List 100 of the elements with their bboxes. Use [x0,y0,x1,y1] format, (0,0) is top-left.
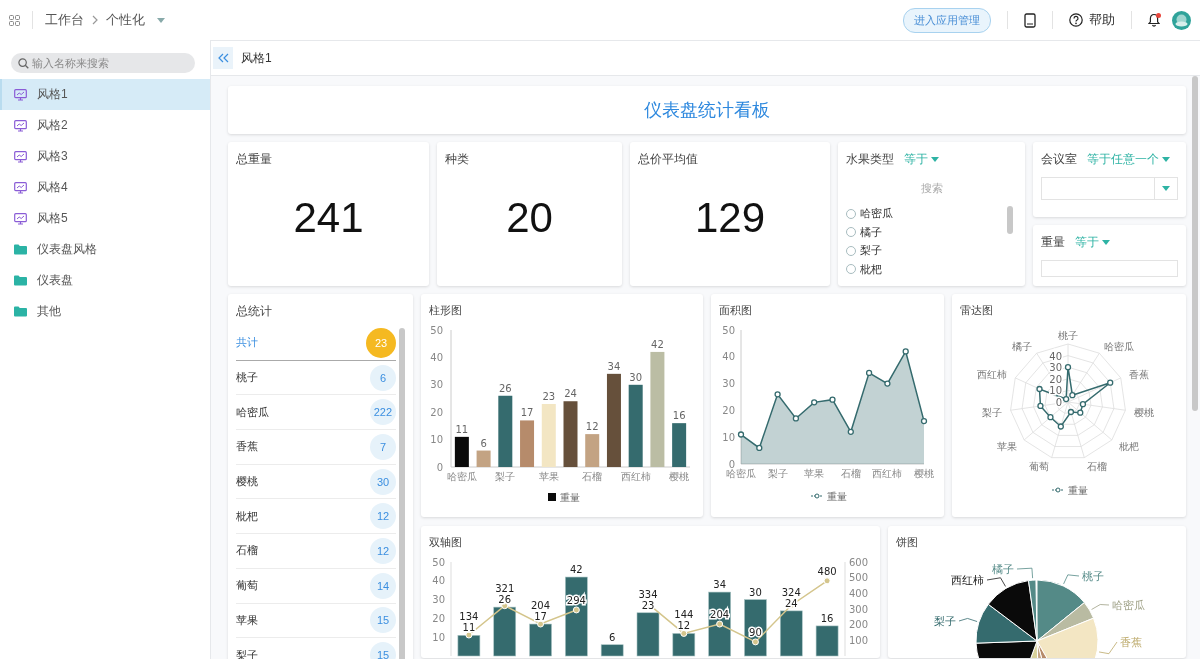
chart-title: 柱形图 [428,303,463,318]
axis-label: 500 [849,572,869,584]
axis-label: 葡萄 [1029,461,1050,473]
pie-label: 橘子 [992,563,1014,576]
data-label: 16 [820,612,834,624]
axis-label: 樱桃 [1134,406,1155,418]
chart-title: 雷达图 [959,303,994,318]
filter-label: 水果类型 [846,151,894,168]
axis-label: 苹果 [997,440,1018,452]
list-label: 哈密瓜 [236,404,269,420]
metric-value: 129 [693,192,767,243]
axis-label: 哈密瓜 [1104,340,1135,352]
list-label: 共计 [236,335,258,351]
chart-title: 面积图 [718,303,753,318]
list-label: 枇杷 [236,508,258,524]
axis-label: 0 [1055,397,1062,408]
data-label: 6 [609,631,616,643]
chart-title: 双轴图 [428,535,463,550]
axis-label: 樱桃 [669,471,690,482]
metric-label: 总重量 [236,151,273,168]
data-label: 42 [570,564,583,576]
axis-label: 西红柿 [872,468,903,479]
pie-label: 梨子 [934,615,956,628]
axis-label: 西红柿 [620,471,651,482]
data-label: 134 [459,611,479,623]
axis-label: 20 [1049,373,1062,385]
data-label: 24 [784,597,798,609]
axis-label: 40 [432,575,445,587]
data-label: 23 [542,391,556,402]
list-label: 樱桃 [236,474,258,490]
axis-label: 30 [432,594,445,606]
axis-label: 石榴 [582,471,603,482]
data-label: 24 [564,388,577,400]
axis-label: 20 [432,612,445,624]
axis-label: 400 [849,587,869,599]
count-badge: 12 [370,537,396,564]
pie-label: 香蕉 [1120,636,1142,649]
axis-label: 50 [432,556,445,568]
list-label: 葡萄 [236,578,258,594]
data-label: 26 [498,382,512,394]
axis-label: 100 [849,634,869,646]
filter-label: 重量 [1041,234,1065,251]
data-label: 11 [462,622,476,634]
data-label: 90 [749,626,762,638]
metric-value: 20 [505,192,554,243]
list-label: 苹果 [236,612,258,628]
axis-label: 30 [430,379,443,391]
data-label: 16 [672,410,686,422]
data-label: 321 [495,583,515,595]
list-label: 桃子 [236,370,258,386]
axis-label: 樱桃 [914,468,934,479]
axis-label: 600 [849,556,869,568]
chart-title: 饼图 [895,535,919,550]
axis-label: 梨子 [767,468,788,479]
axis-label: 10 [432,631,445,643]
axis-label: 10 [1049,385,1062,397]
data-label: 23 [641,599,655,611]
data-label: 12 [585,421,599,433]
axis-label: 50 [430,324,443,336]
count-badge: 14 [370,572,396,599]
axis-label: 苹果 [538,471,559,482]
metric-value: 241 [292,192,365,243]
axis-label: 苹果 [804,468,825,479]
pie-label: 哈密瓜 [1112,599,1145,612]
data-label: 6 [480,437,487,449]
list-label: 香蕉 [236,439,258,455]
data-label: 42 [651,338,664,350]
count-badge: 7 [370,433,396,460]
axis-label: 200 [849,619,869,631]
axis-label: 30 [1049,362,1062,374]
metric-label: 种类 [445,151,470,168]
data-label: 17 [520,407,534,419]
axis-label: 橘子 [1011,340,1032,352]
data-label: 34 [607,360,621,372]
axis-label: 20 [430,406,443,418]
axis-label: 300 [849,603,869,615]
count-badge: 23 [366,327,396,358]
axis-label: 石榴 [1086,461,1107,473]
axis-label: 30 [722,378,735,390]
count-badge: 15 [370,607,396,634]
count-badge: 6 [370,364,396,391]
count-badge: 222 [369,399,396,426]
card-title: 总统计 [236,303,273,320]
axis-label: 梨子 [981,406,1002,418]
data-label: 26 [498,594,512,606]
axis-label: 0 [436,461,443,473]
data-label: 334 [638,588,658,600]
dashboard-title: 仪表盘统计看板 [644,99,770,122]
legend-label: 重量 [827,491,847,502]
pie-label: 桃子 [1082,570,1104,583]
axis-label: 香蕉 [1128,369,1149,381]
axis-label: 0 [728,458,735,470]
count-badge: 15 [370,642,396,659]
axis-label: 20 [722,404,735,416]
data-label: 144 [674,609,694,621]
axis-label: 40 [430,351,443,363]
axis-label: 石榴 [840,468,861,479]
legend-label: 重量 [1068,485,1088,496]
data-label: 30 [749,586,762,598]
metric-label: 总价平均值 [638,151,699,168]
